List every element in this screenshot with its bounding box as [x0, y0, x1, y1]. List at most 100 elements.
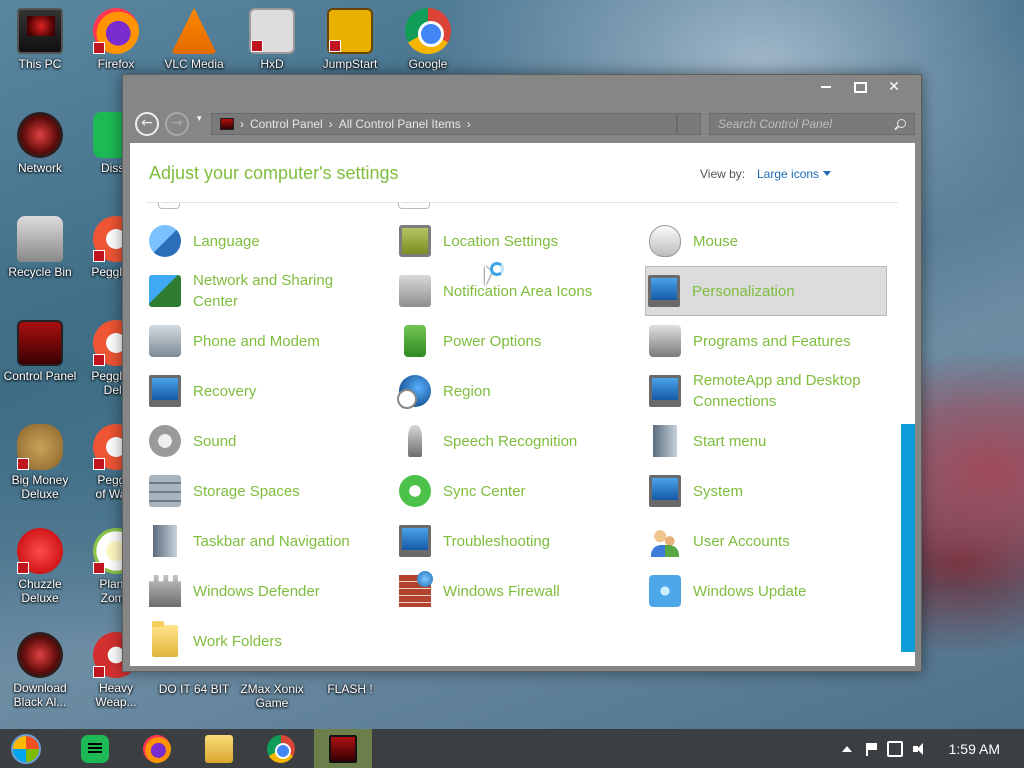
cp-item-taskbar-navigation[interactable]: Taskbar and Navigation	[147, 516, 389, 566]
cp-item-windows-firewall[interactable]: Windows Firewall	[397, 566, 639, 616]
start-menu-icon	[653, 425, 677, 457]
network-icon[interactable]	[886, 740, 903, 757]
cp-item-notification-area[interactable]: Notification Area Icons	[397, 266, 639, 316]
cp-item-label: Windows Update	[693, 582, 807, 600]
desktop-icon-google[interactable]: Google	[390, 8, 466, 71]
taskbar-notes-app[interactable]	[66, 729, 124, 768]
cp-item-label: Speech Recognition	[443, 432, 578, 450]
desktop-icon-recycle-bin[interactable]: Recycle Bin	[2, 216, 78, 279]
cp-item-network-sharing[interactable]: Network and Sharing Center	[147, 266, 389, 316]
breadcrumb-all-items[interactable]: All Control Panel Items	[339, 114, 461, 134]
system-icon	[649, 475, 681, 507]
desktop-icon-do-it-64[interactable]: DO IT 64 BIT	[156, 682, 232, 696]
action-center-flag-icon[interactable]	[863, 741, 879, 757]
desktop-icon-label: DO IT 64 BIT	[158, 682, 230, 696]
vertical-scrollbar[interactable]	[901, 424, 915, 652]
desktop-icon-zmax-xonix[interactable]: ZMax Xonix Game	[234, 682, 310, 710]
desktop-icon-label: Deluxe	[21, 591, 59, 605]
cp-item-sync-center[interactable]: Sync Center	[397, 466, 639, 516]
cp-item-label: Taskbar and Navigation	[193, 532, 350, 550]
cp-item-label: Programs and Features	[693, 332, 851, 350]
cp-item-personalization[interactable]: Personalization	[645, 266, 887, 316]
minimize-button[interactable]	[809, 75, 843, 101]
page-title: Adjust your computer's settings	[149, 163, 399, 183]
desktop-icon-label: ZMax Xonix	[240, 682, 304, 696]
cp-item-region[interactable]: Region	[397, 366, 639, 416]
cp-item-storage-spaces[interactable]: Storage Spaces	[147, 466, 389, 516]
back-button[interactable]: ←	[135, 112, 159, 136]
desktop-icon-label: This PC	[18, 57, 62, 71]
start-orb-icon	[11, 733, 41, 764]
cp-item-user-accounts[interactable]: User Accounts	[647, 516, 889, 566]
desktop-icon-label: Network	[17, 161, 62, 175]
search-input[interactable]: Search Control Panel	[709, 113, 915, 135]
desktop-icon-label: Game	[255, 696, 289, 710]
desktop-icon-label: Big Money	[11, 473, 69, 487]
cp-item-label: Personalization	[692, 282, 795, 300]
firefox-icon	[143, 734, 171, 763]
maximize-button[interactable]	[843, 75, 877, 101]
cp-item-label: Notification Area Icons	[443, 282, 593, 300]
start-button[interactable]	[6, 729, 46, 768]
programs-features-icon	[649, 325, 681, 357]
cp-item-label: Windows Defender	[193, 582, 320, 600]
desktop-icon-label: Heavy	[98, 681, 133, 695]
recent-locations-dropdown[interactable]: ▾	[197, 114, 202, 124]
desktop-icon-chuzzle[interactable]: Chuzzle Deluxe	[2, 528, 78, 605]
region-icon	[397, 375, 431, 409]
desktop-icon-big-money[interactable]: Big Money Deluxe	[2, 424, 78, 501]
forward-button[interactable]: →	[165, 112, 189, 136]
taskbar-chrome[interactable]	[252, 729, 310, 768]
desktop-icon-download-black[interactable]: Download Black Al...	[2, 632, 78, 709]
windows-firewall-icon	[399, 571, 433, 607]
desktop-icon-control-panel[interactable]: Control Panel	[2, 320, 78, 383]
cp-item-work-folders[interactable]: Work Folders	[147, 616, 389, 666]
cp-item-troubleshooting[interactable]: Troubleshooting	[397, 516, 639, 566]
busy-spinner-icon	[490, 262, 504, 276]
view-by-dropdown[interactable]: Large icons	[757, 167, 819, 181]
remoteapp-icon	[649, 375, 681, 407]
desktop-icon-this-pc[interactable]: This PC	[2, 8, 78, 71]
desktop-icon-hxd[interactable]: HxD	[234, 8, 310, 71]
cp-item-start-menu[interactable]: Start menu	[647, 416, 889, 466]
cp-item-programs-features[interactable]: Programs and Features	[647, 316, 889, 366]
cp-item-label: User Accounts	[693, 532, 790, 550]
taskbar-control-panel[interactable]	[314, 729, 372, 768]
taskbar-clock[interactable]: 1:59 AM	[949, 741, 1000, 757]
address-bar[interactable]: › Control Panel › All Control Panel Item…	[211, 113, 677, 135]
cp-item-mouse[interactable]: Mouse	[647, 216, 889, 266]
show-hidden-icons-icon[interactable]	[839, 741, 855, 757]
breadcrumb-control-panel[interactable]: Control Panel	[250, 114, 323, 134]
desktop-icon-flash[interactable]: FLASH !	[312, 682, 388, 696]
desktop-icon-jumpstart[interactable]: JumpStart	[312, 8, 388, 71]
speech-recognition-icon	[408, 425, 422, 457]
cp-item-system[interactable]: System	[647, 466, 889, 516]
search-icon[interactable]	[897, 119, 906, 128]
taskbar-firefox[interactable]	[128, 729, 186, 768]
cp-item-phone-modem[interactable]: Phone and Modem	[147, 316, 389, 366]
cp-item-language[interactable]: Language	[147, 216, 389, 266]
cp-item-remoteapp[interactable]: RemoteApp and Desktop Connections	[647, 366, 889, 416]
cp-item-speech-recognition[interactable]: Speech Recognition	[397, 416, 639, 466]
cp-item-label: Storage Spaces	[193, 482, 300, 500]
chrome-icon	[267, 734, 295, 763]
cp-item-windows-update[interactable]: Windows Update	[647, 566, 889, 616]
cp-item-label: Mouse	[693, 232, 739, 250]
cp-item-location-settings[interactable]: Location Settings	[397, 216, 639, 266]
cp-item-label: Recovery	[193, 382, 257, 400]
cp-item-windows-defender[interactable]: Windows Defender	[147, 566, 389, 616]
cp-item-label: Power Options	[443, 332, 542, 350]
chevron-down-icon[interactable]	[823, 171, 831, 176]
desktop-icon-network[interactable]: Network	[2, 112, 78, 175]
close-button[interactable]: ✕	[877, 75, 911, 101]
cp-item-recovery[interactable]: Recovery	[147, 366, 389, 416]
desktop-icon-vlc[interactable]: VLC Media	[156, 8, 232, 71]
cp-item-label: Region	[443, 382, 491, 400]
sound-icon	[149, 425, 181, 457]
taskbar-file-explorer[interactable]	[190, 729, 248, 768]
desktop-icon-firefox[interactable]: Firefox	[78, 8, 154, 71]
refresh-button[interactable]	[677, 113, 701, 135]
cp-item-power-options[interactable]: Power Options	[397, 316, 639, 366]
cp-item-sound[interactable]: Sound	[147, 416, 389, 466]
volume-icon[interactable]	[911, 741, 927, 757]
